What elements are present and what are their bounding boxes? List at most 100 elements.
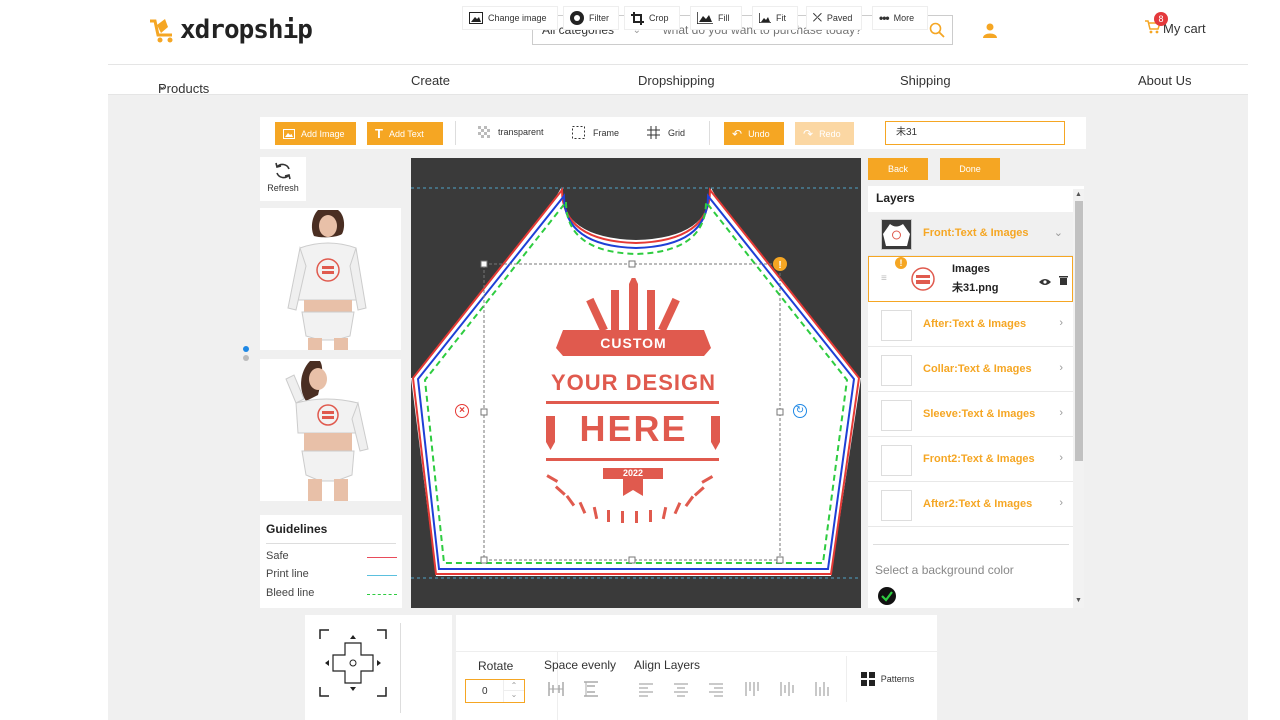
editor-toolbar: Add Image T Add Text transparent Frame G… — [260, 117, 1086, 149]
rotate-input[interactable]: 0 ⌃ ⌄ — [465, 679, 525, 703]
fill-button[interactable]: Fill — [690, 6, 742, 30]
guide-safe-label: Safe — [266, 550, 289, 562]
add-image-button[interactable]: Add Image — [275, 122, 356, 145]
undo-button[interactable]: ↶ Undo — [724, 122, 784, 145]
fill-icon — [697, 12, 713, 24]
svg-text:!: ! — [778, 260, 781, 271]
guide-print-label: Print line — [266, 568, 309, 580]
done-button[interactable]: Done — [940, 158, 1000, 180]
layer-group-collar[interactable]: Collar:Text & Images › — [868, 348, 1073, 392]
pager-dot[interactable] — [243, 355, 249, 361]
fit-button[interactable]: Fit — [752, 6, 798, 30]
drag-handle-icon[interactable]: ≡ — [881, 273, 887, 284]
image-layer-type: Images — [952, 263, 990, 275]
redo-icon: ↷ — [803, 126, 814, 141]
product-thumbnail-side[interactable] — [260, 359, 401, 501]
cart-button[interactable]: 8 My cart — [1145, 12, 1206, 37]
grid-icon — [647, 126, 660, 139]
rotate-value: 0 — [482, 686, 488, 697]
layer-group-front[interactable]: Front:Text & Images ⌄ — [868, 212, 1073, 256]
trash-icon[interactable] — [1059, 272, 1068, 290]
cart-count-badge: 8 — [1154, 12, 1168, 26]
image-icon — [469, 12, 483, 24]
pager-dot-active[interactable] — [243, 346, 249, 352]
design-badge-text: CUSTOM — [600, 335, 667, 351]
move-pad-icon[interactable] — [319, 629, 387, 697]
frame-icon — [572, 126, 585, 139]
layers-scrollbar[interactable]: ▲ ▼ — [1073, 189, 1084, 608]
layer-group-after[interactable]: After:Text & Images › — [868, 303, 1073, 347]
fill-label: Fill — [718, 13, 730, 23]
layer-group-after2[interactable]: After2:Text & Images › — [868, 483, 1073, 527]
filter-button[interactable]: Filter — [563, 6, 619, 30]
eye-icon[interactable] — [1039, 273, 1051, 291]
align-top-icon[interactable] — [743, 681, 759, 697]
fit-icon — [759, 13, 771, 23]
layer-thumb — [881, 219, 912, 250]
crop-button[interactable]: Crop — [624, 6, 680, 30]
bg-color-swatch[interactable] — [878, 587, 896, 605]
design-line2: HERE — [579, 408, 688, 449]
scroll-down-icon[interactable]: ▼ — [1075, 597, 1082, 604]
more-label: More — [893, 13, 915, 23]
design-artwork[interactable]: CUSTOM YOUR DESIGN HERE 2022 — [541, 278, 726, 528]
chevron-right-icon: › — [1059, 317, 1063, 329]
add-image-label: Add Image — [301, 128, 345, 139]
crop-icon — [631, 11, 644, 25]
design-name-input[interactable]: 未31 — [885, 121, 1065, 145]
guidelines-panel: Guidelines Safe Print line Bleed line — [260, 515, 402, 608]
model-side-image — [260, 359, 401, 501]
model-front-image — [260, 208, 401, 350]
layer-thumb — [881, 355, 912, 386]
logo-text: xdropship — [180, 15, 313, 45]
scroll-up-icon[interactable]: ▲ — [1075, 191, 1082, 198]
distribute-horizontal-icon[interactable] — [548, 681, 564, 697]
chevron-down-icon: ⌄ — [158, 81, 167, 92]
divider — [709, 121, 710, 145]
layer-thumb — [881, 400, 912, 431]
product-thumbnail-front[interactable] — [260, 208, 401, 350]
delete-layer-icon[interactable]: × — [455, 404, 469, 418]
scrollbar-thumb[interactable] — [1075, 201, 1083, 461]
grid-toggle[interactable]: Grid — [647, 126, 685, 139]
paved-button[interactable]: ⤫ Paved — [806, 6, 862, 30]
nav-item-shipping[interactable]: Shipping — [900, 73, 951, 88]
frame-toggle[interactable]: Frame — [572, 126, 619, 139]
transparent-toggle[interactable]: transparent — [478, 126, 544, 138]
main-nav: Products ⌄ Create Dropshipping Shipping … — [108, 64, 1248, 96]
redo-label: Redo — [819, 128, 841, 139]
user-icon[interactable] — [982, 22, 998, 43]
design-canvas[interactable]: ! CUSTOM YOUR DESIGN HERE 2022 × ↻ — [411, 158, 861, 608]
nav-item-create[interactable]: Create — [411, 73, 450, 88]
refresh-button[interactable]: Refresh — [260, 157, 306, 201]
design-year: 2022 — [622, 468, 644, 478]
layer-item-image[interactable]: ≡ ! Images 未31.png — [868, 256, 1073, 302]
nav-item-about[interactable]: About Us — [1138, 73, 1191, 88]
align-right-icon[interactable] — [708, 681, 724, 697]
change-image-button[interactable]: Change image — [462, 6, 558, 30]
design-line1: YOUR DESIGN — [550, 370, 717, 395]
grid-label: Grid — [668, 127, 686, 138]
align-middle-icon[interactable] — [778, 681, 794, 697]
more-button[interactable]: ••• More — [872, 6, 928, 30]
nav-item-dropshipping[interactable]: Dropshipping — [638, 73, 715, 88]
patterns-label: Patterns — [880, 674, 915, 684]
align-center-icon[interactable] — [673, 681, 689, 697]
rotate-stepper[interactable]: ⌃ ⌄ — [503, 680, 524, 702]
logo[interactable]: xdropship — [148, 12, 313, 48]
align-bottom-icon[interactable] — [813, 681, 829, 697]
add-text-button[interactable]: T Add Text — [367, 122, 443, 145]
layer-group-front2[interactable]: Front2:Text & Images › — [868, 438, 1073, 482]
layer-thumb — [881, 490, 912, 521]
back-button[interactable]: Back — [868, 158, 928, 180]
align-left-icon[interactable] — [638, 681, 654, 697]
chevron-down-icon[interactable]: ⌄ — [504, 691, 524, 701]
rotate-handle-icon[interactable]: ↻ — [793, 404, 807, 418]
redo-button[interactable]: ↷ Redo — [795, 122, 854, 145]
filter-icon — [570, 11, 584, 25]
patterns-button[interactable]: Patterns — [846, 656, 928, 702]
layer-group-sleeve[interactable]: Sleeve:Text & Images › — [868, 393, 1073, 437]
distribute-vertical-icon[interactable] — [583, 681, 599, 697]
chevron-right-icon: › — [1059, 362, 1063, 374]
layer-label: Sleeve:Text & Images — [923, 408, 1036, 420]
